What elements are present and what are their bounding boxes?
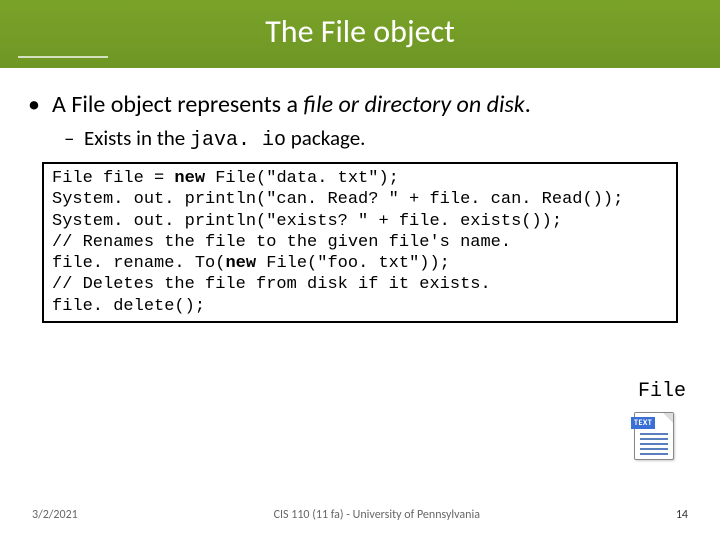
file-label: File <box>638 380 686 403</box>
bullet-dash-icon: – <box>64 125 84 152</box>
footer: 3/2/2021 CIS 110 (11 fa) - University of… <box>0 508 720 522</box>
footer-center: CIS 110 (11 fa) - University of Pennsylv… <box>78 508 676 522</box>
bullet-text: A File object represents a file or direc… <box>52 90 531 119</box>
bullet-level-1: • A File object represents a file or dir… <box>28 90 692 119</box>
code-block: File file = new File("data. txt"); Syste… <box>42 162 678 323</box>
bullet-text: Exists in the java. io package. <box>84 125 365 152</box>
bullet-dot-icon: • <box>28 90 52 119</box>
title-bar: The File object <box>0 0 720 68</box>
footer-date: 3/2/2021 <box>32 508 78 522</box>
icon-banner: TEXT <box>631 417 655 429</box>
text-file-icon: TEXT <box>634 412 678 462</box>
content-area: • A File object represents a file or dir… <box>0 68 720 323</box>
slide-title: The File object <box>0 0 720 64</box>
title-separator <box>18 56 108 58</box>
bullet-level-2: – Exists in the java. io package. <box>64 125 692 152</box>
footer-page-number: 14 <box>676 508 688 522</box>
